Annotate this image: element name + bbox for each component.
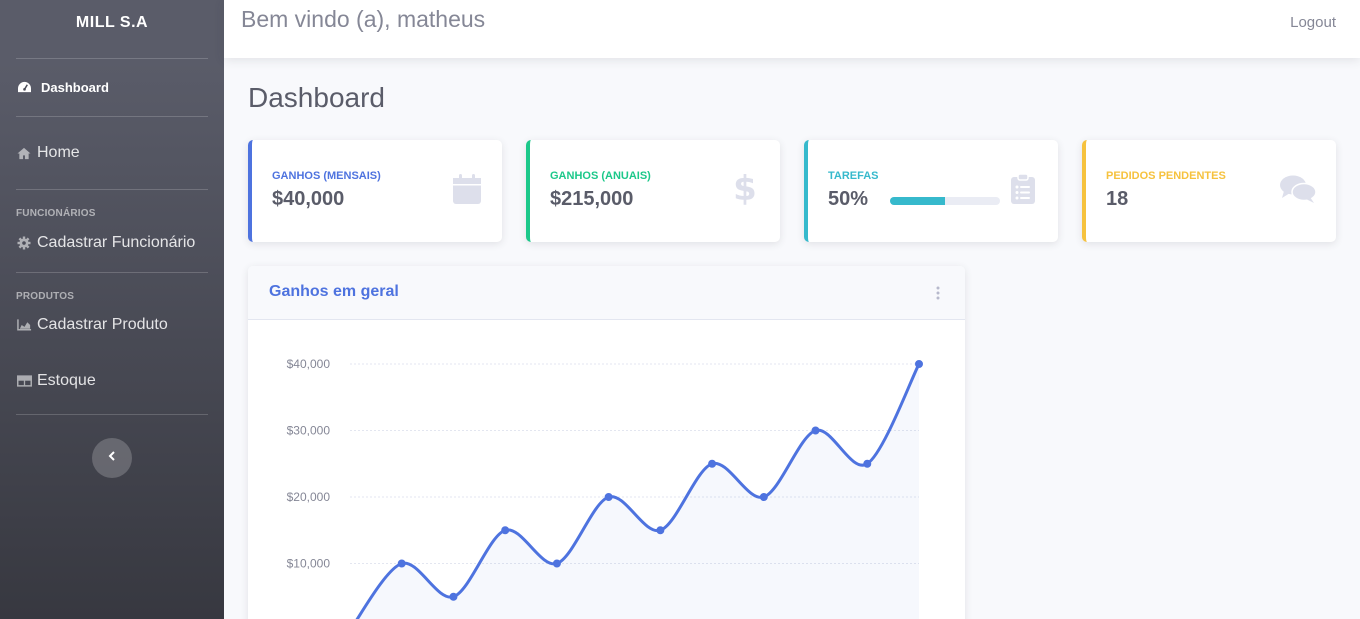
y-tick-label: $30,000 bbox=[287, 424, 331, 438]
card-value: 50% bbox=[828, 188, 869, 210]
data-point[interactable] bbox=[604, 493, 613, 501]
data-point[interactable] bbox=[397, 559, 406, 568]
earnings-chart-card: Ganhos em geral $10,000 $20,000 $30,000 $40… bbox=[248, 266, 965, 619]
sidebar-heading: FUNCIONÁRIOS bbox=[16, 208, 96, 219]
sidebar-item-label: Home bbox=[37, 144, 80, 161]
area-chart-icon bbox=[16, 317, 32, 333]
home-icon bbox=[16, 145, 32, 161]
data-point[interactable] bbox=[708, 459, 717, 468]
sidebar-item-estoque[interactable]: Estoque bbox=[0, 348, 224, 414]
sidebar-item-label: Estoque bbox=[37, 372, 96, 389]
data-point[interactable] bbox=[656, 526, 665, 535]
data-point[interactable] bbox=[863, 459, 872, 468]
sidebar-heading: PRODUTOS bbox=[16, 291, 75, 302]
topbar: Bem vindo (a), matheus Logout bbox=[224, 0, 1360, 58]
sidebar: MILL S.A Dashboard Home FUNCIONÁRIOS Cad… bbox=[0, 0, 224, 619]
card-ganhos-anuais: GANHOS (ANUAIS) $215,000 $ bbox=[526, 140, 780, 242]
brand-logo[interactable]: MILL S.A bbox=[0, 0, 224, 46]
sidebar-toggle-button[interactable] bbox=[92, 438, 132, 478]
data-point[interactable] bbox=[449, 592, 458, 601]
sidebar-divider bbox=[16, 414, 208, 415]
card-value: $40,000 bbox=[272, 188, 345, 210]
sidebar-item-cadastrar-funcionario[interactable]: Cadastrar Funcionário bbox=[0, 219, 224, 267]
card-label: TAREFAS bbox=[828, 170, 879, 182]
tasks-progress-bar bbox=[890, 197, 1000, 205]
welcome-message: Bem vindo (a), matheus bbox=[241, 6, 486, 32]
sidebar-divider bbox=[16, 272, 208, 273]
card-label: GANHOS (MENSAIS) bbox=[272, 170, 381, 182]
chart-title: Ganhos em geral bbox=[269, 283, 399, 300]
sidebar-divider bbox=[16, 189, 208, 190]
card-value: $215,000 bbox=[550, 188, 634, 210]
chevron-left-icon bbox=[107, 449, 117, 467]
data-point[interactable] bbox=[915, 360, 923, 368]
page-title: Dashboard bbox=[248, 82, 385, 113]
sidebar-item-label: Dashboard bbox=[41, 80, 109, 95]
series-area bbox=[357, 364, 919, 619]
card-value: 18 bbox=[1106, 188, 1129, 210]
card-pedidos-pendentes: PEDIDOS PENDENTES 18 bbox=[1082, 140, 1336, 242]
sidebar-item-dashboard[interactable]: Dashboard bbox=[0, 59, 224, 116]
earnings-area-chart: $10,000 $20,000 $30,000 $40,000 bbox=[287, 357, 923, 619]
table-icon bbox=[16, 373, 32, 389]
tachometer-icon bbox=[16, 80, 32, 96]
data-point[interactable] bbox=[501, 526, 510, 535]
sidebar-item-label: Cadastrar Funcionário bbox=[37, 234, 196, 251]
sidebar-item-cadastrar-produto[interactable]: Cadastrar Produto bbox=[0, 302, 224, 348]
logout-link[interactable]: Logout bbox=[1290, 14, 1336, 31]
progress-fill bbox=[890, 197, 945, 205]
data-point[interactable] bbox=[552, 559, 561, 568]
data-point[interactable] bbox=[811, 426, 820, 435]
dollar-icon: $ bbox=[733, 169, 757, 209]
card-label: GANHOS (ANUAIS) bbox=[550, 170, 651, 182]
y-tick-label: $40,000 bbox=[287, 357, 331, 371]
sidebar-item-label: Cadastrar Produto bbox=[37, 316, 168, 333]
card-tarefas: TAREFAS 50% bbox=[804, 140, 1058, 242]
ellipsis-vertical-icon[interactable] bbox=[935, 286, 941, 300]
card-ganhos-mensais: GANHOS (MENSAIS) $40,000 bbox=[248, 140, 502, 242]
comments-icon bbox=[1278, 172, 1318, 206]
gear-icon bbox=[16, 235, 32, 251]
y-tick-label: $10,000 bbox=[287, 557, 331, 571]
card-label: PEDIDOS PENDENTES bbox=[1106, 170, 1226, 182]
y-tick-label: $20,000 bbox=[287, 490, 331, 504]
calendar-icon bbox=[450, 172, 484, 206]
chart-card-header: Ganhos em geral bbox=[248, 266, 965, 320]
data-point[interactable] bbox=[759, 493, 768, 501]
clipboard-list-icon bbox=[1006, 172, 1040, 206]
sidebar-item-home[interactable]: Home bbox=[0, 117, 224, 189]
